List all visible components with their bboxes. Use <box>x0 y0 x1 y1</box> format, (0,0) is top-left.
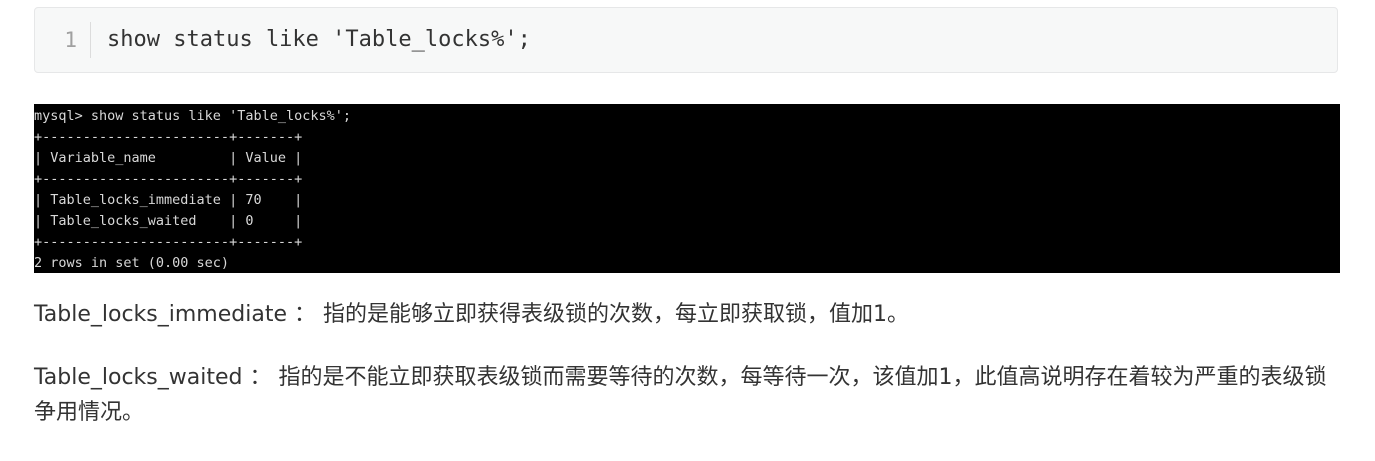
terminal-line: +-----------------------+-------+ <box>34 234 303 250</box>
line-number: 1 <box>35 22 91 58</box>
paragraph-table-locks-waited: Table_locks_waited ： 指的是不能立即获取表级锁而需要等待的次… <box>34 360 1344 430</box>
variable-term: Table_locks_immediate ： <box>34 302 316 327</box>
terminal-line: +-----------------------+-------+ <box>34 129 303 145</box>
variable-term: Table_locks_waited ： <box>34 365 272 390</box>
terminal-line: mysql> show status like 'Table_locks%'; <box>34 108 351 124</box>
terminal-output-image: mysql> show status like 'Table_locks%'; … <box>34 104 1340 273</box>
terminal-line: | Variable_name | Value | <box>34 150 303 166</box>
terminal-line: | Table_locks_immediate | 70 | <box>34 192 303 208</box>
terminal-line: | Table_locks_waited | 0 | <box>34 213 303 229</box>
code-block: 1 show status like 'Table_locks%'; <box>34 7 1338 73</box>
terminal-line: +-----------------------+-------+ <box>34 171 303 187</box>
paragraph-table-locks-immediate: Table_locks_immediate ： 指的是能够立即获得表级锁的次数，… <box>34 297 1344 332</box>
code-line[interactable]: show status like 'Table_locks%'; <box>91 22 531 58</box>
terminal-line: 2 rows in set (0.00 sec) <box>34 255 230 271</box>
paragraph-text: 指的是能够立即获得表级锁的次数，每立即获取锁，值加1。 <box>322 302 909 327</box>
